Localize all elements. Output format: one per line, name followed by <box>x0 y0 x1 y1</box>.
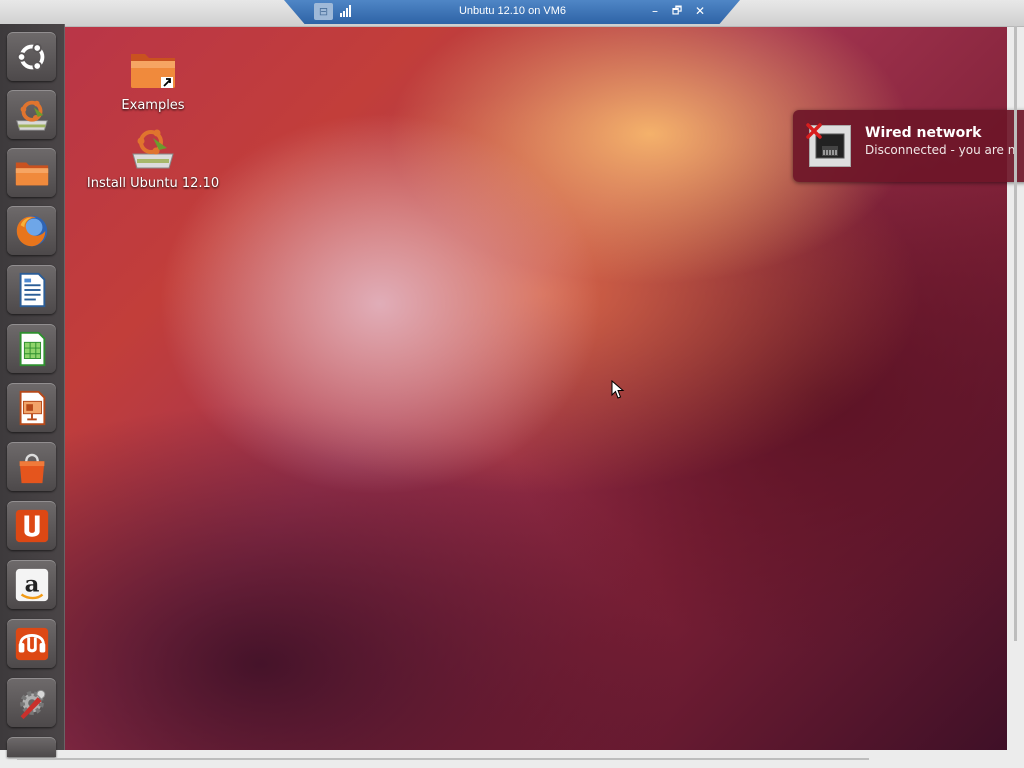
calc-icon <box>19 331 45 366</box>
notification-title: Wired network <box>865 125 982 141</box>
shopping-bag-icon <box>19 453 44 483</box>
ubuntu-one-music-icon <box>15 627 48 660</box>
installer-icon <box>132 129 174 169</box>
svg-text:a: a <box>24 571 39 597</box>
screen: ⊟ Unbutu 12.10 on VM6 – 🗗 ✕ a Examples I… <box>0 0 1024 768</box>
unity-launcher: a <box>0 24 65 757</box>
vertical-scrollbar[interactable] <box>1014 26 1017 641</box>
close-button[interactable]: ✕ <box>693 4 707 18</box>
mouse-cursor-icon <box>611 380 625 399</box>
pin-icon[interactable]: ⊟ <box>314 3 333 20</box>
notification-body: Disconnected - you are n <box>865 143 1016 157</box>
vm-window-title: Unbutu 12.10 on VM6 <box>458 5 567 17</box>
firefox-launcher-button[interactable] <box>7 206 56 255</box>
writer-launcher-button[interactable] <box>7 265 56 314</box>
desktop-icon-label: Examples <box>121 98 185 113</box>
desktop-icon-label: Install Ubuntu 12.10 <box>86 176 220 191</box>
install-ubuntu-launcher-button[interactable] <box>7 90 56 139</box>
software-center-launcher-button[interactable] <box>7 442 56 491</box>
network-notification: Wired network Disconnected - you are n <box>793 110 1024 182</box>
ubuntu-one-launcher-button[interactable] <box>7 501 56 550</box>
impress-launcher-button[interactable] <box>7 383 56 432</box>
amazon-launcher-button[interactable]: a <box>7 560 56 609</box>
amazon-icon: a <box>15 568 48 601</box>
writer-icon <box>19 272 45 307</box>
desktop-icon-examples[interactable]: Examples <box>110 50 196 113</box>
ubuntu-logo-icon <box>16 42 44 71</box>
ubuntu-one-music-launcher-button[interactable] <box>7 619 56 668</box>
calc-launcher-button[interactable] <box>7 324 56 373</box>
firefox-icon <box>16 215 47 246</box>
connection-signal-icon <box>340 5 352 17</box>
system-settings-launcher-button[interactable] <box>7 678 56 727</box>
minimize-button[interactable]: – <box>648 4 662 18</box>
launcher-overflow-item[interactable] <box>7 737 56 757</box>
files-launcher-button[interactable] <box>7 148 56 197</box>
horizontal-scrollbar[interactable] <box>17 758 869 760</box>
folder-link-icon <box>131 54 175 88</box>
desktop-icon-install-ubuntu[interactable]: Install Ubuntu 12.10 <box>82 126 224 191</box>
installer-icon <box>15 100 48 131</box>
dash-home-button[interactable] <box>7 32 56 81</box>
impress-icon <box>19 390 45 425</box>
error-x-icon <box>806 123 822 139</box>
restore-button[interactable]: 🗗 <box>670 4 684 18</box>
folder-icon <box>15 162 48 185</box>
ubuntu-one-icon <box>15 509 48 542</box>
settings-icon <box>19 689 45 719</box>
